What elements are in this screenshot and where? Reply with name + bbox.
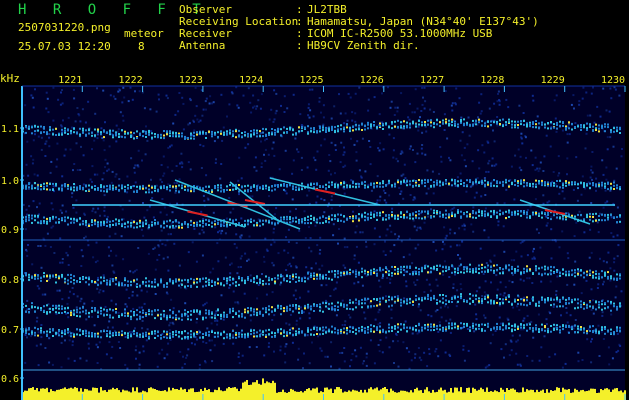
colon: :	[296, 39, 303, 52]
x-tick-label: 1222	[119, 75, 143, 86]
y-tick-label: 0.7	[1, 325, 19, 336]
x-tick-label: 1230	[601, 75, 625, 86]
header-panel: H R O F F T 2507031220.png 25.07.03 12:2…	[0, 0, 629, 72]
filename: 2507031220.png	[18, 21, 111, 34]
x-tick-label: 1227	[420, 75, 444, 86]
station-field-values: JL2TBB Hamamatsu, Japan (N34°40' E137°43…	[307, 4, 539, 52]
x-tick-label: 1224	[239, 75, 263, 86]
x-tick-label: 1229	[541, 75, 565, 86]
meteor-count: 8	[138, 40, 145, 53]
waterfall-background	[22, 86, 625, 400]
meteor-label: meteor	[124, 27, 164, 40]
y-tick-label: 0.8	[1, 275, 19, 286]
x-tick-label: 1225	[299, 75, 323, 86]
y-tick-label: 1.1	[1, 124, 19, 135]
datetime: 25.07.03 12:20	[18, 40, 111, 53]
x-tick-label: 1223	[179, 75, 203, 86]
antenna-label: Antenna	[179, 39, 226, 52]
x-tick-label: 1226	[360, 75, 384, 86]
y-tick-label: 0.9	[1, 225, 19, 236]
x-tick-label: 1221	[58, 75, 82, 86]
station-field-colons: : : : :	[296, 4, 303, 52]
x-tick-label: 1228	[480, 75, 504, 86]
y-unit-label: kHz	[0, 72, 20, 85]
antenna-value: HB9CV Zenith dir.	[307, 39, 420, 52]
y-tick-label: 1.0	[1, 176, 19, 187]
spectrogram: 1.1 1.0 0.9 0.8 0.7 0.6 1221 1222 1223 1224 1225 1…	[0, 72, 629, 400]
station-field-labels: Observer Receiving Location Receiver Ant…	[179, 4, 298, 52]
y-tick-label: 0.6	[1, 374, 19, 385]
